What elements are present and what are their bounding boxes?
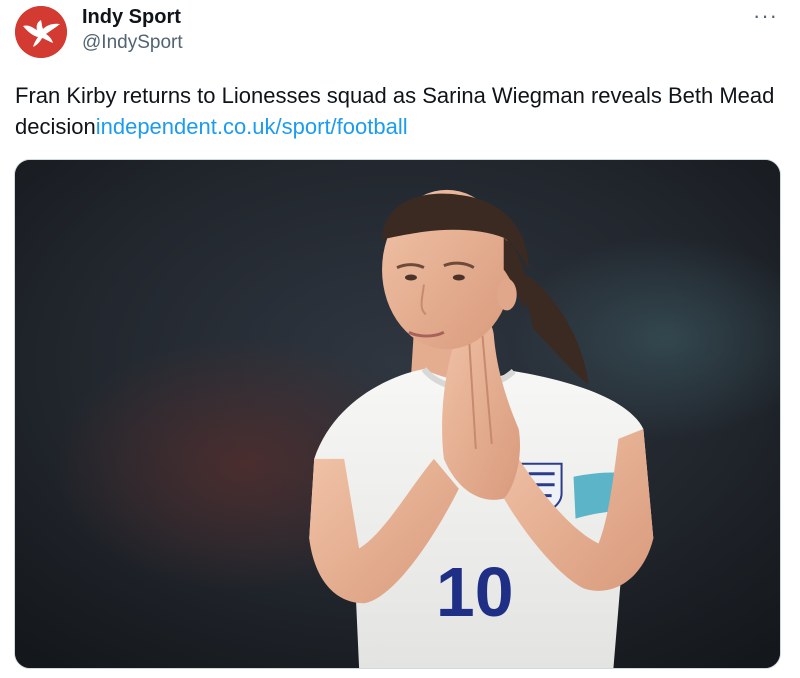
- avatar[interactable]: [15, 6, 67, 58]
- eagle-logo-icon: [15, 6, 67, 58]
- author-handle[interactable]: @IndySport: [82, 31, 183, 55]
- author-display-name[interactable]: Indy Sport: [82, 5, 181, 29]
- shirt-number: 10: [436, 553, 514, 631]
- player-photo: 10: [15, 160, 780, 668]
- tweet-link[interactable]: independent.co.uk/sport/football: [96, 114, 408, 139]
- tweet-text: Fran Kirby returns to Lionesses squad as…: [15, 80, 785, 142]
- tweet-media-image[interactable]: 10: [14, 159, 781, 669]
- more-options-icon[interactable]: ···: [753, 5, 778, 27]
